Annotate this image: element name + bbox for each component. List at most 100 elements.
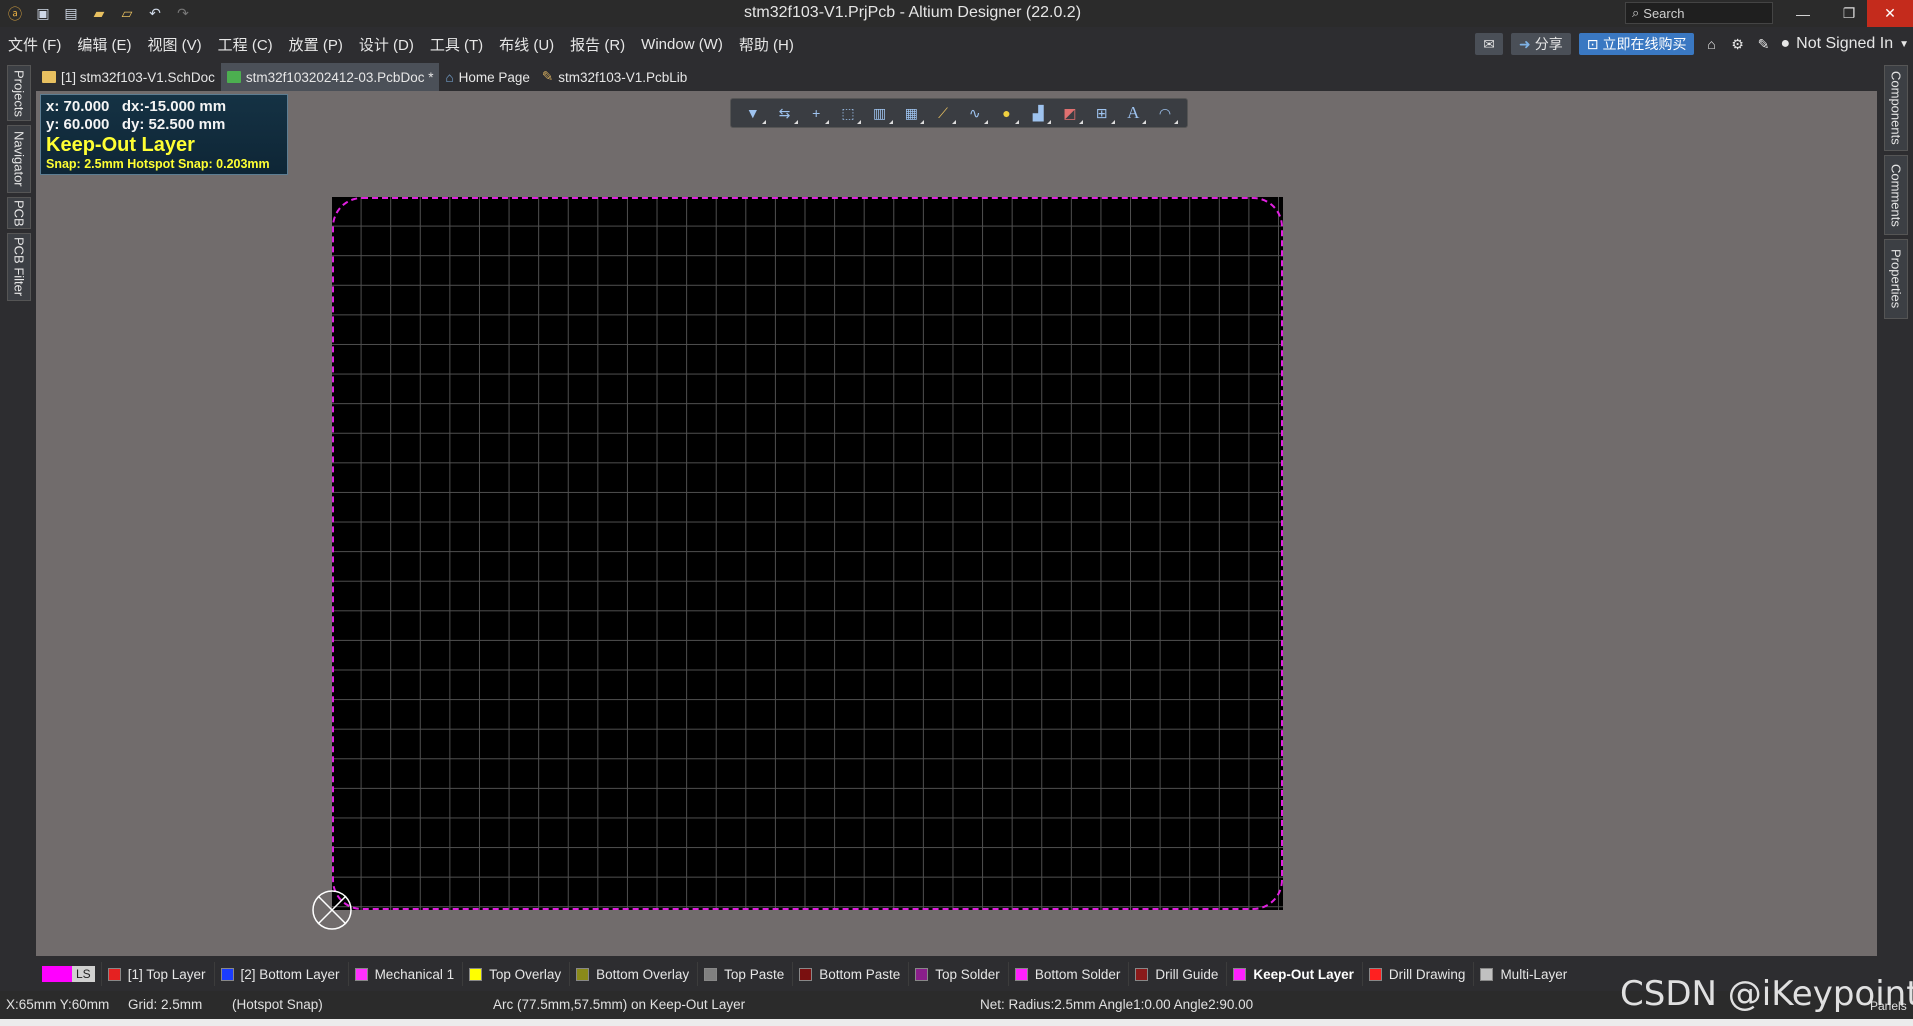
hud-snap-info: Snap: 2.5mm Hotspot Snap: 0.203mm	[46, 157, 270, 171]
interactive-route-icon[interactable]: ⇆	[774, 102, 798, 124]
menu-window[interactable]: Window (W)	[633, 36, 731, 53]
arc-icon[interactable]: ◠	[1154, 102, 1178, 124]
origin-marker-icon	[312, 890, 352, 930]
home-icon[interactable]: ⌂	[1702, 35, 1720, 53]
menu-place[interactable]: 放置 (P)	[281, 34, 351, 55]
add-icon[interactable]: +	[805, 102, 830, 124]
panel-tab-comments[interactable]: Comments	[1884, 155, 1908, 235]
layer-color-swatch	[799, 967, 813, 981]
layer-tab[interactable]: Drill Guide	[1128, 962, 1226, 986]
layer-tabs-bar: LS [1] Top Layer [2] Bottom Layer Mechan…	[36, 961, 1877, 987]
layer-tab[interactable]: Bottom Solder	[1007, 962, 1129, 986]
dimension-icon[interactable]: ⊞	[1091, 102, 1115, 124]
panel-tab-navigator[interactable]: Navigator	[7, 125, 31, 193]
tab-pcbdoc[interactable]: stm32f103202412-03.PcbDoc *	[220, 63, 440, 91]
layer-color-swatch	[220, 967, 234, 981]
menu-project[interactable]: 工程 (C)	[210, 34, 281, 55]
panel-tab-label: PCB Filter	[11, 237, 27, 297]
menu-route[interactable]: 布线 (U)	[491, 34, 562, 55]
layer-tab-label: Bottom Overlay	[596, 966, 690, 982]
feedback-button[interactable]: ✉	[1475, 33, 1503, 55]
filter-icon[interactable]: ▼	[742, 102, 766, 124]
tab-pcblib[interactable]: ✎ stm32f103-V1.PcbLib	[536, 63, 693, 91]
search-input[interactable]: ⌕ Search	[1625, 2, 1773, 24]
restore-button[interactable]: ❐	[1826, 0, 1872, 27]
layer-tab[interactable]: [1] Top Layer	[100, 962, 214, 986]
home-icon: ⌂	[445, 69, 454, 85]
layer-color-swatch	[1480, 967, 1494, 981]
component-icon[interactable]: ▦	[900, 102, 925, 124]
panel-tab-label: Comments	[1888, 163, 1904, 227]
layer-color-swatch	[576, 967, 590, 981]
layer-tab[interactable]: Top Overlay	[462, 962, 569, 986]
layer-color-swatch	[469, 967, 483, 981]
region-icon[interactable]: ◩	[1059, 102, 1083, 124]
panel-tab-pcb[interactable]: PCB	[7, 197, 31, 229]
status-grid[interactable]: Grid: 2.5mm	[128, 997, 202, 1012]
text-icon[interactable]: A	[1122, 102, 1147, 124]
layer-tab-label: Bottom Solder	[1034, 966, 1121, 982]
pad-icon[interactable]: ●	[995, 102, 1020, 124]
menu-tools[interactable]: 工具 (T)	[422, 34, 491, 55]
menu-edit[interactable]: 编辑 (E)	[69, 34, 139, 55]
layer-tab[interactable]: Bottom Paste	[792, 962, 908, 986]
layer-tab[interactable]: Top Solder	[908, 962, 1008, 986]
diff-pair-icon[interactable]: ∿	[964, 102, 988, 124]
menu-bar: 文件 (F) 编辑 (E) 视图 (V) 工程 (C) 放置 (P) 设计 (D…	[0, 27, 1913, 61]
account-menu[interactable]: ● Not Signed In ▼	[1780, 35, 1913, 53]
layer-color-swatch	[354, 967, 368, 981]
menu-reports[interactable]: 报告 (R)	[562, 34, 633, 55]
layer-color-swatch	[1233, 967, 1247, 981]
close-button[interactable]: ✕	[1867, 0, 1913, 27]
current-layer-swatch	[42, 966, 72, 982]
layer-tab-active[interactable]: Keep-Out Layer	[1226, 962, 1362, 986]
panel-tab-label: Projects	[11, 69, 27, 117]
layer-tab[interactable]: Mechanical 1	[347, 962, 463, 986]
panel-tab-pcb-filter[interactable]: PCB Filter	[7, 233, 31, 301]
title-bar: ⓐ ▣ ▤ ▰ ▱ ↶ ↷ stm32f103-V1.PrjPcb - Alti…	[0, 0, 1913, 27]
menu-view[interactable]: 视图 (V)	[140, 34, 210, 55]
layer-tab-label: Mechanical 1	[374, 966, 455, 982]
window-title: stm32f103-V1.PrjPcb - Altium Designer (2…	[743, 4, 1082, 21]
gear-icon[interactable]: ⚙	[1728, 35, 1746, 53]
menu-design[interactable]: 设计 (D)	[351, 34, 422, 55]
layer-tab-label: Multi-Layer	[1500, 966, 1568, 982]
minimize-button[interactable]: —	[1780, 0, 1826, 27]
tab-schdoc[interactable]: [1] stm32f103-V1.SchDoc	[36, 63, 221, 91]
layer-tab[interactable]: Top Paste	[697, 962, 792, 986]
layer-color-swatch	[107, 967, 121, 981]
keepout-board-outline[interactable]	[332, 197, 1283, 910]
buy-online-button[interactable]: ⊡ 立即在线购买	[1578, 33, 1695, 55]
select-rect-icon[interactable]: ⬚	[837, 102, 861, 124]
document-tabs: [1] stm32f103-V1.SchDoc stm32f103202412-…	[36, 61, 1877, 91]
status-object: Arc (77.5mm,57.5mm) on Keep-Out Layer	[493, 997, 746, 1012]
layer-set-button[interactable]: LS	[42, 966, 95, 982]
menu-file[interactable]: 文件 (F)	[0, 34, 69, 55]
polygon-icon[interactable]: ▟	[1027, 102, 1052, 124]
panel-tab-label: Properties	[1888, 249, 1904, 309]
align-icon[interactable]: ▥	[869, 102, 893, 124]
layer-tab[interactable]: Bottom Overlay	[569, 962, 697, 986]
tab-home-page[interactable]: ⌂ Home Page	[439, 63, 535, 91]
panel-tab-components[interactable]: Components	[1884, 65, 1908, 151]
share-button[interactable]: ➜ 分享	[1511, 33, 1571, 55]
left-panel-bar: Projects Navigator PCB PCB Filter	[0, 61, 36, 956]
panel-tab-label: Components	[1888, 71, 1904, 145]
layer-tab-label: Keep-Out Layer	[1253, 966, 1354, 982]
pcb-doc-icon	[226, 71, 241, 83]
watermark: CSDN @iKeypoint	[1620, 974, 1913, 1014]
layer-tab[interactable]: Drill Drawing	[1361, 962, 1474, 986]
chevron-down-icon: ▼	[1899, 38, 1909, 50]
panel-tab-properties[interactable]: Properties	[1884, 239, 1908, 319]
tab-label: [1] stm32f103-V1.SchDoc	[61, 69, 215, 85]
route-icon[interactable]: ⟋	[932, 102, 957, 124]
notifications-icon[interactable]: ✎	[1754, 35, 1772, 53]
layer-tab[interactable]: [2] Bottom Layer	[213, 962, 348, 986]
search-placeholder: Search	[1643, 5, 1685, 21]
menu-help[interactable]: 帮助 (H)	[731, 34, 802, 55]
layer-tab[interactable]: Multi-Layer	[1473, 962, 1575, 986]
panel-tab-projects[interactable]: Projects	[7, 65, 31, 121]
signed-in-label: Not Signed In	[1796, 35, 1894, 52]
active-bar-toolbar: ▼ ⇆ + ⬚ ▥ ▦ ⟋ ∿ ● ▟ ◩ ⊞ A ◠	[730, 98, 1188, 128]
layer-tab-label: Top Paste	[724, 966, 785, 982]
